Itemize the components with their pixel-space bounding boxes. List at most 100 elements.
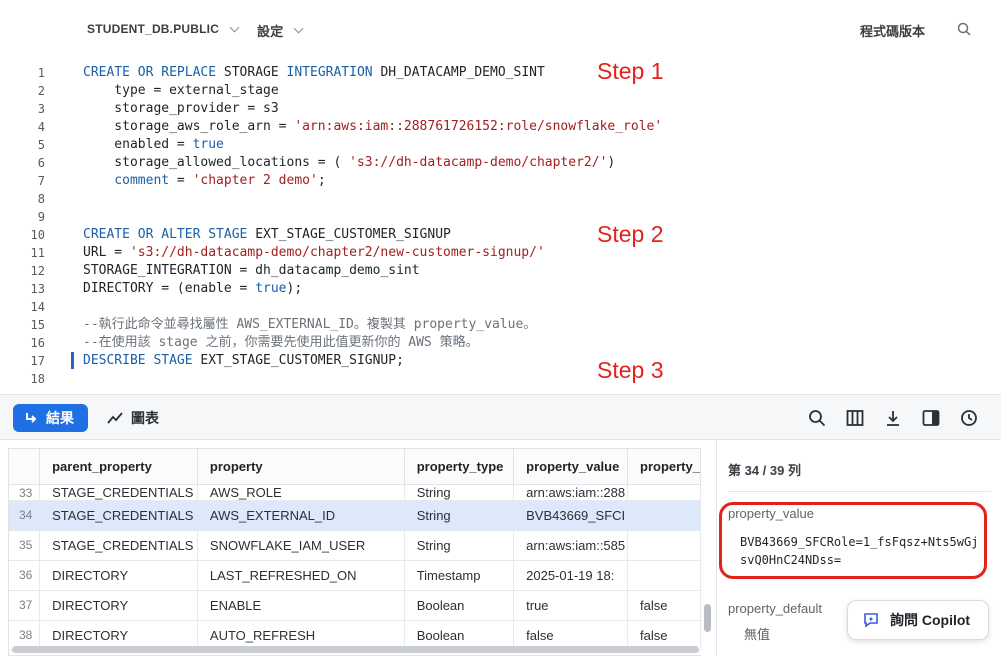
code-line[interactable]: 13 DIRECTORY = (enable = true);	[0, 280, 1001, 298]
code-text: storage_allowed_locations = ( 's3://dh-d…	[83, 154, 615, 172]
table-cell[interactable]: false	[627, 590, 701, 621]
table-cell[interactable]: String	[404, 500, 515, 531]
table-cell[interactable]: AWS_EXTERNAL_ID	[197, 500, 405, 531]
table-cell[interactable]: arn:aws:iam::288	[513, 484, 629, 501]
column-header[interactable]: property_type	[404, 449, 515, 485]
code-token: EXT_STAGE_CUSTOMER_SIGNUP	[255, 227, 451, 242]
line-number: 11	[30, 246, 45, 260]
ask-copilot-button[interactable]: 詢問 Copilot	[847, 600, 989, 640]
table-cell[interactable]: SNOWFLAKE_IAM_USER	[197, 530, 405, 561]
history-icon[interactable]	[960, 409, 978, 427]
table-cell[interactable]: Timestamp	[404, 560, 515, 591]
code-text: --在使用該 stage 之前，你需要先使用此值更新你的 AWS 策略。	[83, 334, 479, 352]
code-line[interactable]: 18	[0, 370, 1001, 388]
ask-copilot-label: 詢問 Copilot	[890, 612, 971, 628]
code-line[interactable]: 5 enabled = true	[0, 136, 1001, 154]
column-header[interactable]: property_	[627, 449, 701, 485]
code-token: 's3://dh-datacamp-demo/chapter2/new-cust…	[129, 245, 545, 260]
table-cell[interactable]: STAGE_CREDENTIALS	[39, 530, 198, 561]
code-line[interactable]: 12 STORAGE_INTEGRATION = dh_datacamp_demo…	[0, 262, 1001, 280]
search-icon[interactable]	[808, 409, 826, 427]
table-cell[interactable]: String	[404, 484, 515, 501]
line-number: 18	[30, 372, 45, 386]
code-line[interactable]: 8	[0, 190, 1001, 208]
table-cell[interactable]: 2025-01-19 18:	[513, 560, 629, 591]
table-cell[interactable]: STAGE_CREDENTIALS	[39, 484, 198, 501]
chevron-down-icon	[293, 23, 304, 34]
table-row[interactable]: 36 DIRECTORY LAST_REFRESHED_ON Timestamp 202…	[9, 560, 701, 591]
code-line[interactable]: 3 storage_provider = s3	[0, 100, 1001, 118]
column-header[interactable]	[9, 449, 41, 485]
code-line[interactable]: 17 DESCRIBE STAGE EXT_STAGE_CUSTOMER_SIGN…	[0, 352, 1001, 370]
table-cell[interactable]: Boolean	[404, 590, 515, 621]
table-cell[interactable]: arn:aws:iam::585	[513, 530, 629, 561]
table-cell[interactable]	[627, 560, 701, 591]
line-number: 7	[37, 174, 45, 188]
code-token: true	[255, 281, 287, 296]
code-line[interactable]: 6 storage_allowed_locations = ( 's3://dh…	[0, 154, 1001, 172]
database-label: STUDENT_DB.PUBLIC	[87, 22, 220, 36]
settings-menu[interactable]: 設定	[257, 21, 304, 40]
code-line[interactable]: 2 type = external_stage	[0, 82, 1001, 100]
copilot-icon	[864, 613, 878, 628]
download-icon[interactable]	[884, 409, 902, 427]
chevron-down-icon	[229, 22, 240, 32]
code-line[interactable]: 14	[0, 298, 1001, 316]
tab-chart[interactable]: 圖表	[107, 404, 159, 432]
code-line[interactable]: 7 comment = 'chapter 2 demo';	[0, 172, 1001, 190]
code-line[interactable]: 4 storage_aws_role_arn = 'arn:aws:iam::2…	[0, 118, 1001, 136]
code-token: true	[192, 137, 224, 152]
code-line[interactable]: 11 URL = 's3://dh-datacamp-demo/chapter2/…	[0, 244, 1001, 262]
side-panel-icon[interactable]	[922, 409, 940, 427]
code-line[interactable]: 16 --在使用該 stage 之前，你需要先使用此值更新你的 AWS 策略。	[0, 334, 1001, 352]
row-number: 34	[9, 500, 41, 531]
tab-results[interactable]: 結果	[13, 404, 88, 432]
table-cell[interactable]: DIRECTORY	[39, 560, 198, 591]
vertical-scrollbar[interactable]	[704, 604, 711, 632]
database-selector[interactable]: STUDENT_DB.PUBLIC	[87, 22, 240, 36]
table-cell[interactable]: LAST_REFRESHED_ON	[197, 560, 405, 591]
column-header[interactable]: property_value	[513, 449, 629, 485]
code-token: storage_aws_role_arn =	[83, 119, 295, 134]
code-token: URL =	[83, 245, 130, 260]
tab-chart-label: 圖表	[131, 410, 159, 426]
code-token: ;	[317, 173, 326, 188]
tab-results-label: 結果	[46, 410, 74, 426]
table-cell[interactable]: AWS_ROLE	[197, 484, 405, 501]
return-arrow-icon	[26, 413, 37, 423]
results-grid[interactable]: parent_property property property_type prop…	[8, 448, 701, 656]
code-token: storage_allowed_locations = (	[83, 155, 350, 170]
table-cell[interactable]: String	[404, 530, 515, 561]
line-number: 6	[37, 156, 45, 170]
search-icon[interactable]	[957, 22, 971, 36]
column-header[interactable]: property	[197, 449, 405, 485]
code-line[interactable]: 15 --執行此命令並尋找屬性 AWS_EXTERNAL_ID。複製其 prope…	[0, 316, 1001, 334]
table-cell[interactable]: ENABLE	[197, 590, 405, 621]
code-line[interactable]: 9	[0, 208, 1001, 226]
table-row[interactable]: 35 STAGE_CREDENTIALS SNOWFLAKE_IAM_USER Str…	[9, 530, 701, 561]
line-number: 5	[37, 138, 45, 152]
sql-editor[interactable]: Step 1 Step 2 Step 3 1 CREATE OR REPLACE …	[0, 58, 1001, 394]
code-line[interactable]: 1 CREATE OR REPLACE STORAGE INTEGRATION D…	[0, 64, 1001, 82]
code-text: comment = 'chapter 2 demo';	[83, 172, 326, 190]
column-header[interactable]: parent_property	[39, 449, 198, 485]
table-cell[interactable]: DIRECTORY	[39, 590, 198, 621]
code-token: comment	[83, 173, 177, 188]
row-number: 37	[9, 590, 41, 621]
table-cell[interactable]: true	[513, 590, 629, 621]
table-cell[interactable]	[627, 530, 701, 561]
code-line[interactable]: 10 CREATE OR ALTER STAGE EXT_STAGE_CUSTOM…	[0, 226, 1001, 244]
line-number: 13	[30, 282, 45, 296]
table-row[interactable]: 34 STAGE_CREDENTIALS AWS_EXTERNAL_ID String…	[9, 500, 701, 531]
columns-icon[interactable]	[846, 409, 864, 427]
table-cell[interactable]: BVB43669_SFCI	[513, 500, 629, 531]
table-cell[interactable]	[627, 484, 701, 501]
table-cell[interactable]	[627, 500, 701, 531]
horizontal-scrollbar[interactable]	[12, 646, 699, 653]
code-versions-button[interactable]: 程式碼版本	[860, 21, 925, 40]
table-row[interactable]: 33 STAGE_CREDENTIALS AWS_ROLE String arn:aws…	[9, 484, 701, 501]
table-cell[interactable]: STAGE_CREDENTIALS	[39, 500, 198, 531]
code-token: DESCRIBE STAGE	[83, 353, 201, 368]
code-token: enabled =	[83, 137, 193, 152]
table-row[interactable]: 37 DIRECTORY ENABLE Boolean true false	[9, 590, 701, 621]
